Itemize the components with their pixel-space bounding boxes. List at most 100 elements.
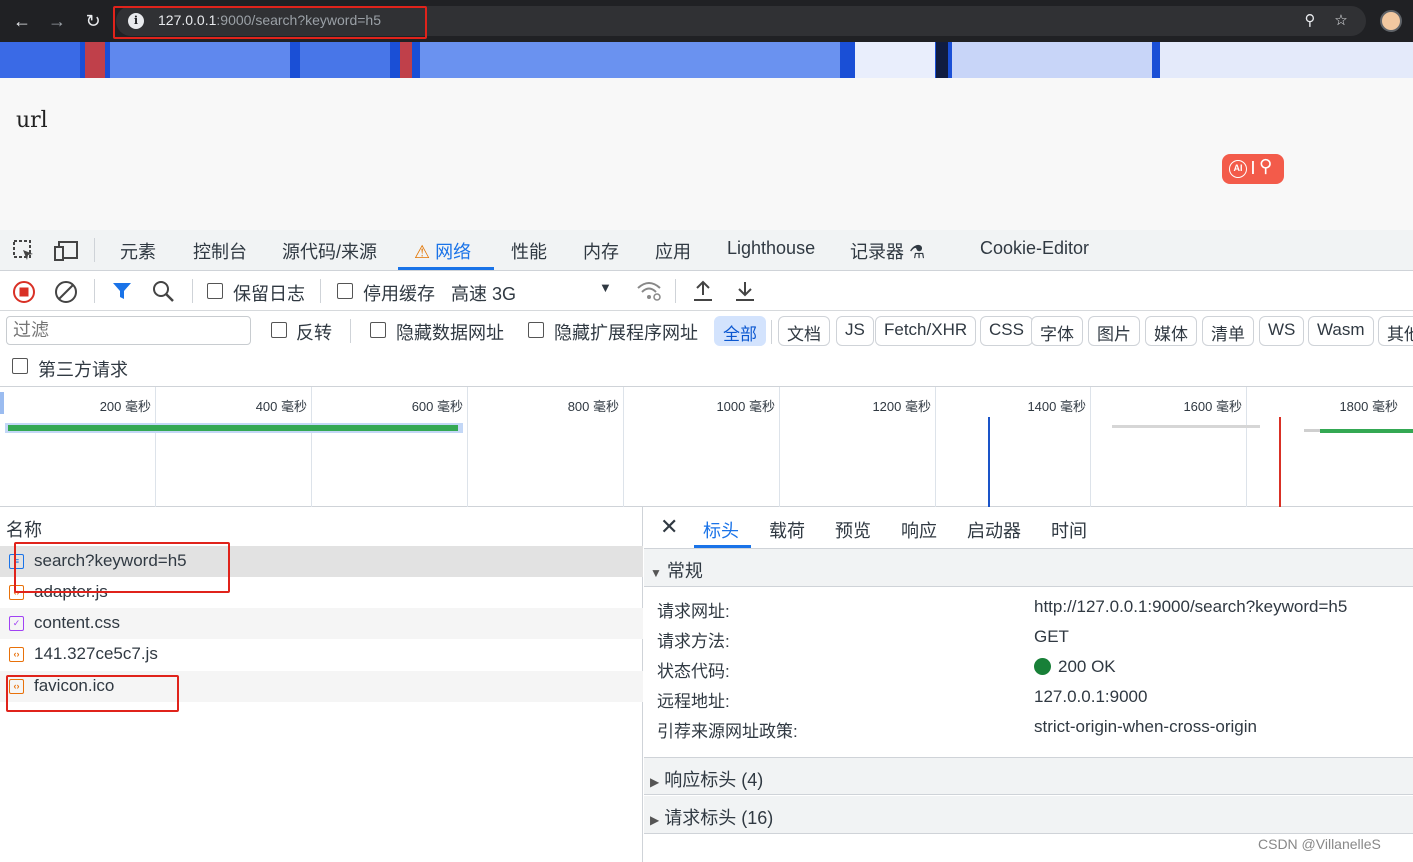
tab-application[interactable]: 应用 xyxy=(655,238,691,264)
invert-label: 反转 xyxy=(296,323,332,343)
kv-value: strict-origin-when-cross-origin xyxy=(1034,717,1257,736)
tab-preview[interactable]: 预览 xyxy=(835,517,871,543)
details-tab-bar: ✕ 标头 载荷 预览 响应 启动器 时间 xyxy=(644,507,1413,549)
bookmarks-bar-blurred xyxy=(0,42,1413,78)
chip-manifest[interactable]: 清单 xyxy=(1202,316,1254,346)
chip-doc[interactable]: 文档 xyxy=(778,316,830,346)
request-bar xyxy=(1112,425,1260,428)
kv-key: 请求方法: xyxy=(657,632,730,651)
active-tab-indicator xyxy=(694,545,751,548)
search-icon: ⚲ xyxy=(1259,156,1273,176)
forward-icon[interactable]: → xyxy=(44,8,70,34)
chip-wasm[interactable]: Wasm xyxy=(1308,316,1374,346)
triangle-right-icon: ▶ xyxy=(650,775,660,789)
disable-cache-checkbox[interactable] xyxy=(337,283,353,299)
close-icon[interactable]: ✕ xyxy=(660,514,678,540)
kv-key: 状态代码: xyxy=(657,662,730,681)
tab-cookie-editor[interactable]: Cookie-Editor xyxy=(980,238,1089,259)
tab-console[interactable]: 控制台 xyxy=(193,238,247,264)
response-headers-section[interactable]: ▶ 响应标头 (4) xyxy=(644,757,1413,795)
request-row[interactable]: ✓ content.css xyxy=(0,608,643,639)
general-section-header[interactable]: ▼ 常规 xyxy=(644,549,1413,587)
request-bar xyxy=(1320,429,1413,433)
stylesheet-icon: ✓ xyxy=(9,616,24,631)
throttle-select[interactable]: 高速 3G ▼ xyxy=(451,280,616,306)
tab-sources[interactable]: 源代码/来源 xyxy=(282,238,377,264)
ai-search-button[interactable]: AI | ⚲ xyxy=(1222,154,1284,184)
name-column-header[interactable]: 名称 xyxy=(0,507,643,545)
tab-elements[interactable]: 元素 xyxy=(120,238,156,264)
third-party-checkbox[interactable] xyxy=(12,358,28,374)
tab-memory[interactable]: 内存 xyxy=(583,238,619,264)
highlight-box xyxy=(6,675,179,712)
export-har-icon[interactable] xyxy=(734,279,756,308)
reload-icon[interactable]: ↻ xyxy=(80,8,106,34)
chip-js[interactable]: JS xyxy=(836,316,874,346)
kv-value: http://127.0.0.1:9000/search?keyword=h5 xyxy=(1034,597,1348,616)
filter-input[interactable] xyxy=(6,316,251,345)
tick-label: 1200 毫秒 xyxy=(872,399,931,414)
request-bar xyxy=(1304,429,1320,432)
load-event-line xyxy=(1279,417,1281,507)
import-har-icon[interactable] xyxy=(692,279,714,308)
preserve-log-label: 保留日志 xyxy=(233,284,305,304)
tab-response[interactable]: 响应 xyxy=(901,517,937,543)
tab-timing[interactable]: 时间 xyxy=(1051,517,1087,543)
tick-label: 600 毫秒 xyxy=(411,399,463,414)
zoom-icon[interactable]: ⚲ xyxy=(1299,10,1321,32)
devtools-panel: 元素 控制台 源代码/来源 ⚠ 网络 性能 内存 应用 Lighthouse 记… xyxy=(0,230,1413,862)
tab-performance[interactable]: 性能 xyxy=(511,238,547,264)
watermark: CSDN @VillanelleS xyxy=(1258,836,1381,852)
network-conditions-icon[interactable] xyxy=(636,280,662,307)
request-headers-section[interactable]: ▶ 请求标头 (16) xyxy=(644,796,1413,834)
search-icon[interactable] xyxy=(152,280,176,309)
device-toolbar-icon[interactable] xyxy=(53,239,79,268)
chip-fetch-xhr[interactable]: Fetch/XHR xyxy=(875,316,977,346)
chip-ws[interactable]: WS xyxy=(1259,316,1305,346)
invert-checkbox[interactable] xyxy=(271,322,287,338)
hide-extension-urls-label: 隐藏扩展程序网址 xyxy=(554,323,698,343)
triangle-down-icon: ▼ xyxy=(650,566,662,580)
tab-lighthouse[interactable]: Lighthouse xyxy=(727,238,815,259)
ai-icon: AI xyxy=(1229,160,1247,178)
dom-content-loaded-line xyxy=(988,417,990,507)
filter-icon[interactable] xyxy=(111,280,133,307)
tick-label: 1400 毫秒 xyxy=(1027,399,1086,414)
kv-key: 引荐来源网址政策: xyxy=(657,722,798,741)
chip-all[interactable]: 全部 xyxy=(714,316,766,346)
hide-data-urls-checkbox[interactable] xyxy=(370,322,386,338)
triangle-right-icon: ▶ xyxy=(650,813,660,827)
inspect-element-icon[interactable] xyxy=(12,239,36,268)
clear-icon[interactable] xyxy=(54,280,78,309)
tick-label: 400 毫秒 xyxy=(255,399,307,414)
request-row[interactable]: ‹› 141.327ce5c7.js xyxy=(0,639,643,670)
back-icon[interactable]: ← xyxy=(9,8,35,34)
hide-data-urls-label: 隐藏数据网址 xyxy=(396,323,504,343)
kv-key: 请求网址: xyxy=(657,602,730,621)
tab-payload[interactable]: 载荷 xyxy=(769,517,805,543)
preserve-log-checkbox[interactable] xyxy=(207,283,223,299)
url-highlight-box xyxy=(113,6,427,39)
profile-avatar-icon[interactable] xyxy=(1380,10,1402,32)
chip-other[interactable]: 其他 xyxy=(1378,316,1413,346)
chip-css[interactable]: CSS xyxy=(980,316,1033,346)
tab-network[interactable]: ⚠ 网络 xyxy=(414,238,471,264)
tab-recorder[interactable]: 记录器 ⚗ xyxy=(850,238,925,264)
tick-label: 200 毫秒 xyxy=(99,399,151,414)
active-tab-indicator xyxy=(398,267,494,270)
bookmark-star-icon[interactable]: ☆ xyxy=(1330,10,1352,32)
script-icon: ‹› xyxy=(9,647,24,662)
timeline-handle[interactable] xyxy=(0,392,4,414)
kv-value: 127.0.0.1:9000 xyxy=(1034,687,1148,706)
warning-icon: ⚠ xyxy=(414,242,431,262)
chip-media[interactable]: 媒体 xyxy=(1145,316,1197,346)
chip-font[interactable]: 字体 xyxy=(1031,316,1083,346)
timeline-overview[interactable]: 200 毫秒 400 毫秒 600 毫秒 800 毫秒 1000 毫秒 1200… xyxy=(0,387,1413,507)
filter-bar: 反转 隐藏数据网址 隐藏扩展程序网址 全部 文档 JS Fetch/XHR CS… xyxy=(0,311,1413,387)
tab-initiator[interactable]: 启动器 xyxy=(967,517,1021,543)
tab-headers[interactable]: 标头 xyxy=(703,517,739,543)
hide-extension-urls-checkbox[interactable] xyxy=(528,322,544,338)
third-party-label: 第三方请求 xyxy=(38,360,128,380)
chip-img[interactable]: 图片 xyxy=(1088,316,1140,346)
record-stop-icon[interactable] xyxy=(12,280,36,309)
